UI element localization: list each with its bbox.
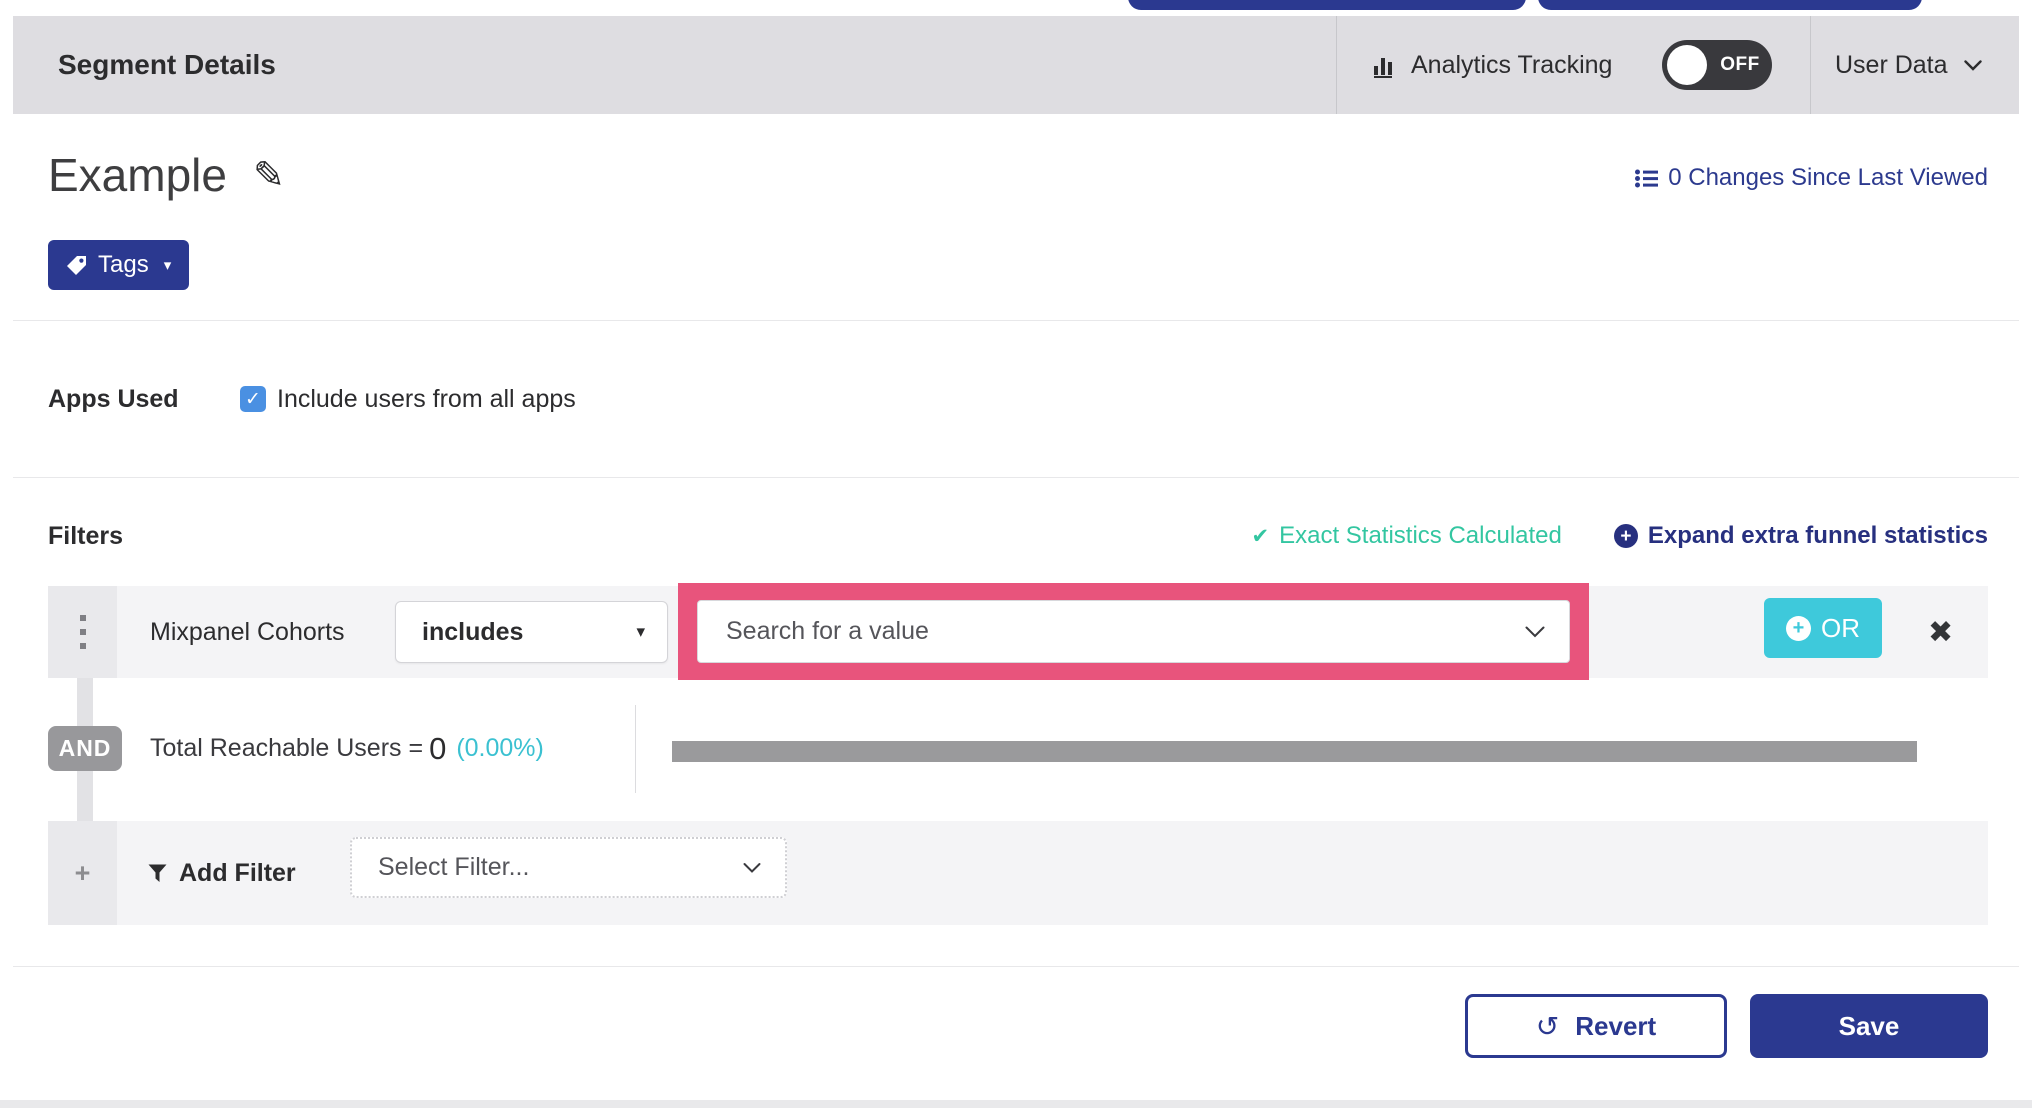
include-all-apps-label: Include users from all apps xyxy=(277,385,576,413)
check-icon: ✔ xyxy=(1251,524,1270,548)
analytics-tracking-toggle[interactable]: OFF xyxy=(1662,40,1772,90)
drag-handle[interactable] xyxy=(48,586,117,678)
add-filter-label: Add Filter xyxy=(179,858,296,887)
chevron-down-icon xyxy=(743,862,761,873)
user-data-dropdown[interactable]: User Data xyxy=(1835,16,1982,114)
header-divider xyxy=(1810,16,1811,114)
segment-details-page: Segment Details Analytics Tracking OFF U… xyxy=(0,0,2032,1108)
add-filter-group[interactable]: Add Filter xyxy=(148,821,296,925)
edit-pencil-icon[interactable]: ✎ xyxy=(253,153,285,198)
analytics-tracking-label: Analytics Tracking xyxy=(1411,50,1613,79)
reachable-users-bar xyxy=(672,741,1917,762)
filters-title: Filters xyxy=(48,522,124,550)
revert-button-label: Revert xyxy=(1575,1010,1657,1041)
segment-title-row: Example ✎ xyxy=(48,148,285,202)
close-icon: ✖ xyxy=(1928,615,1954,649)
exact-statistics-label: Exact Statistics Calculated xyxy=(1279,522,1562,549)
checkbox-check-icon: ✓ xyxy=(245,388,261,410)
filter-row: Mixpanel Cohorts includes ▾ Search for a… xyxy=(48,583,1988,680)
value-search-select[interactable]: Search for a value xyxy=(697,600,1570,663)
total-reachable-users: Total Reachable Users = 0 (0.00%) xyxy=(150,726,544,771)
revert-button[interactable]: ↺ Revert xyxy=(1465,994,1727,1058)
select-filter-placeholder: Select Filter... xyxy=(378,853,530,881)
expand-funnel-statistics-link[interactable]: + Expand extra funnel statistics xyxy=(1613,522,1988,550)
or-button-label: OR xyxy=(1821,612,1860,643)
operator-value: includes xyxy=(422,617,524,646)
add-filter-row: + Add Filter Select Filter... xyxy=(48,821,1988,925)
operator-select[interactable]: includes ▾ xyxy=(395,601,668,663)
funnel-icon xyxy=(148,864,167,883)
changes-link-label: 0 Changes Since Last Viewed xyxy=(1668,164,1988,191)
top-cutoff-button-left[interactable] xyxy=(1128,0,1526,10)
tag-icon xyxy=(66,255,87,276)
top-cutoff-button-right[interactable] xyxy=(1538,0,1922,10)
bar-chart-icon xyxy=(1372,52,1399,79)
and-conjunction-badge: AND xyxy=(48,726,122,771)
add-or-condition-button[interactable]: + OR xyxy=(1764,598,1882,658)
total-users-percent: (0.00%) xyxy=(456,734,544,762)
value-search-placeholder: Search for a value xyxy=(726,617,929,645)
caret-down-icon: ▾ xyxy=(163,257,172,274)
tags-button[interactable]: Tags ▾ xyxy=(48,240,190,290)
include-all-apps-checkbox[interactable]: ✓ xyxy=(240,386,266,412)
section-divider xyxy=(13,966,2019,967)
vertical-divider xyxy=(635,705,636,793)
section-divider xyxy=(13,477,2019,478)
chevron-down-icon xyxy=(1963,59,1982,71)
exact-statistics-status: ✔ Exact Statistics Calculated xyxy=(1251,522,1561,550)
bottom-edge-strip xyxy=(0,1100,2032,1108)
changelog-list-icon xyxy=(1635,169,1659,188)
select-filter-dropdown[interactable]: Select Filter... xyxy=(350,837,787,898)
section-divider xyxy=(13,320,2019,321)
total-users-label: Total Reachable Users = xyxy=(150,734,424,762)
tags-button-label: Tags xyxy=(98,251,149,278)
highlight-outline: Search for a value xyxy=(678,583,1589,680)
filter-field-label: Mixpanel Cohorts xyxy=(150,617,345,646)
plus-circle-icon: + xyxy=(1613,524,1638,548)
toggle-state-label: OFF xyxy=(1720,54,1760,75)
user-data-label: User Data xyxy=(1835,50,1948,79)
remove-filter-button[interactable]: ✖ xyxy=(1928,586,1953,678)
save-button[interactable]: Save xyxy=(1750,994,1988,1058)
total-users-value: 0 xyxy=(429,730,447,766)
header-divider xyxy=(1336,16,1337,114)
chevron-down-icon xyxy=(1525,626,1545,638)
revert-icon: ↺ xyxy=(1535,1010,1560,1042)
apps-used-label: Apps Used xyxy=(48,385,179,413)
save-button-label: Save xyxy=(1838,1010,1900,1041)
plus-icon: + xyxy=(74,857,91,888)
header-bar: Segment Details Analytics Tracking OFF U… xyxy=(13,16,2019,114)
plus-circle-icon: + xyxy=(1786,615,1811,641)
expand-funnel-statistics-label: Expand extra funnel statistics xyxy=(1647,522,1988,549)
segment-name: Example xyxy=(48,149,227,201)
caret-down-icon: ▾ xyxy=(636,622,645,641)
add-filter-plus-strip[interactable]: + xyxy=(48,821,117,925)
changes-since-last-viewed-link[interactable]: 0 Changes Since Last Viewed xyxy=(1635,164,1988,192)
filters-links: ✔ Exact Statistics Calculated + Expand e… xyxy=(1251,522,1988,550)
toggle-knob xyxy=(1667,45,1707,85)
analytics-tracking-group: Analytics Tracking xyxy=(1372,16,1612,114)
page-title: Segment Details xyxy=(58,49,276,80)
